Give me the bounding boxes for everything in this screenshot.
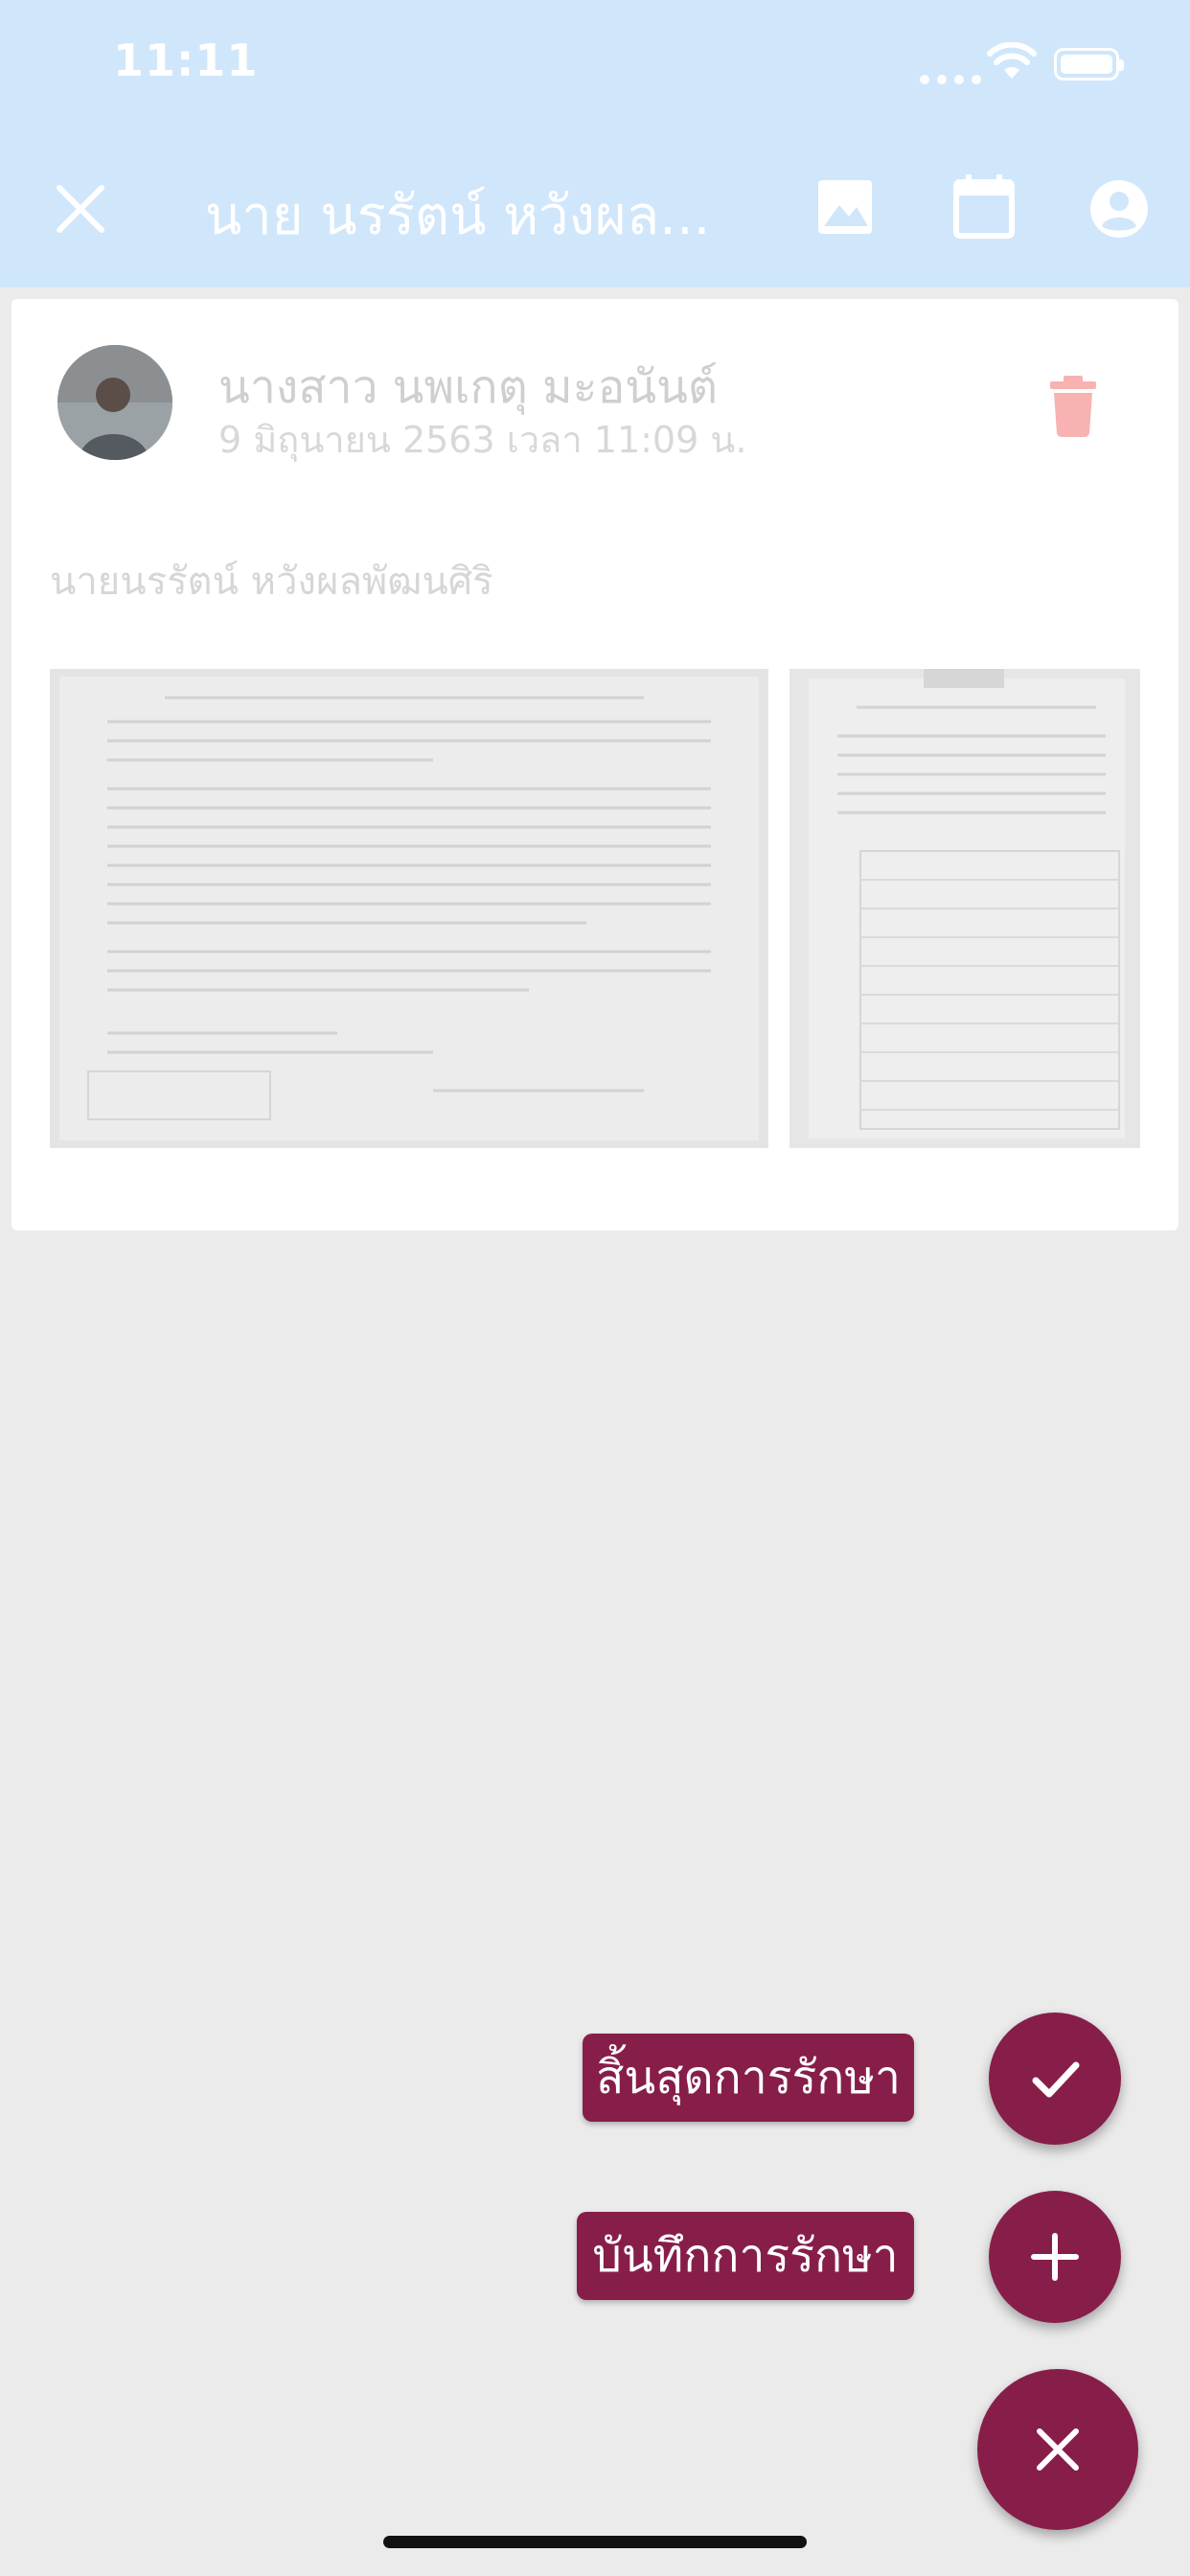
home-indicator (383, 2536, 807, 2548)
document-photo[interactable] (790, 669, 1140, 1148)
patient-name: นายนรรัตน์ หวังผลพัฒนศิริ (50, 560, 493, 604)
image-icon[interactable] (816, 178, 874, 236)
record-treatment-label[interactable]: บันทึกการรักษา (577, 2212, 914, 2300)
page-title: นาย นรรัตน์ หวังผล... (205, 185, 711, 240)
document-photo[interactable] (50, 669, 768, 1148)
top-app-bar: 11:11 นาย นรรัตน์ หวังผล... (0, 0, 1190, 288)
record-treatment-button[interactable] (989, 2191, 1121, 2323)
signal-icon (920, 75, 981, 84)
status-time: 11:11 (113, 34, 259, 86)
close-fab-button[interactable] (977, 2369, 1138, 2530)
plus-icon (1031, 2233, 1079, 2281)
close-icon[interactable] (54, 182, 107, 236)
battery-icon (1054, 48, 1124, 80)
calendar-icon[interactable] (950, 172, 1018, 240)
wifi-icon (987, 42, 1037, 79)
account-icon[interactable] (1088, 178, 1150, 240)
end-treatment-button[interactable] (989, 2012, 1121, 2145)
treatment-post-card: นางสาว นพเกตุ มะอนันต์ 9 มิถุนายน 2563 เ… (11, 299, 1179, 1230)
check-icon (1032, 2061, 1080, 2098)
avatar (57, 345, 172, 460)
delete-icon[interactable] (1046, 376, 1100, 437)
end-treatment-label[interactable]: สิ้นสุดการรักษา (583, 2034, 914, 2122)
post-timestamp: 9 มิถุนายน 2563 เวลา 11:09 น. (218, 419, 747, 461)
close-icon (1037, 2428, 1079, 2471)
